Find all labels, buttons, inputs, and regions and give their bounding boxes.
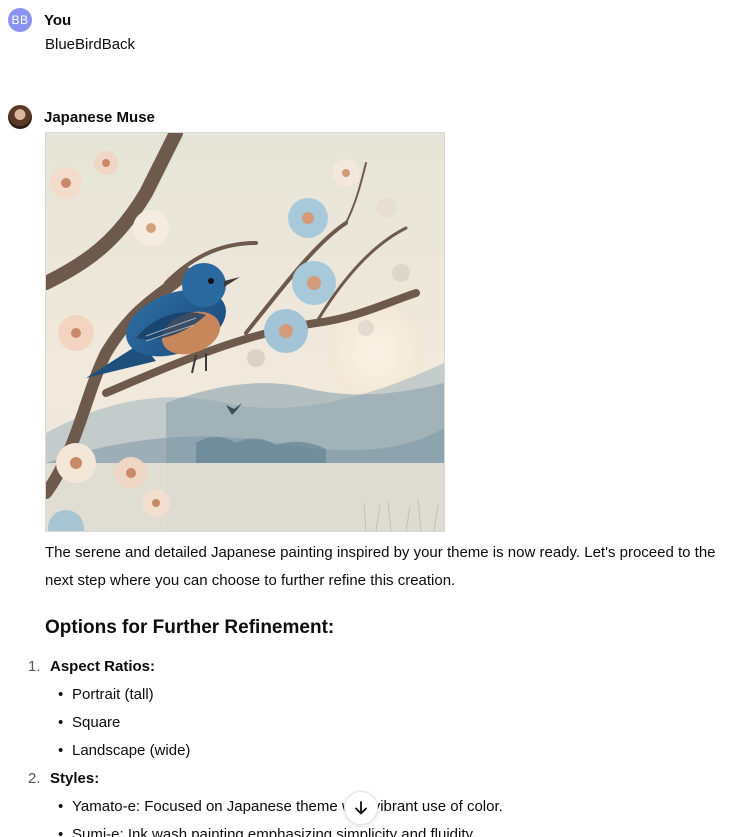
bullet-icon: •	[58, 742, 64, 759]
generated-image[interactable]	[45, 132, 445, 532]
bullet-icon: •	[58, 686, 64, 703]
bullet-icon: •	[58, 798, 64, 815]
user-message-header: BB You	[8, 8, 71, 32]
option-number: 1.	[28, 658, 41, 675]
arrow-down-icon	[355, 801, 367, 815]
assistant-author-name: Japanese Muse	[44, 108, 155, 126]
assistant-message-header: Japanese Muse	[8, 105, 155, 129]
user-message-text: BlueBirdBack	[45, 36, 136, 53]
user-avatar: BB	[8, 8, 32, 32]
section-title: Options for Further Refinement:	[45, 617, 335, 638]
option-label: Aspect Ratios:	[50, 658, 156, 675]
list-item-text: Landscape (wide)	[72, 742, 191, 759]
bullet-icon: •	[58, 714, 64, 731]
list-item-text: Square	[72, 714, 121, 731]
option-number: 2.	[28, 770, 41, 787]
bullet-icon: •	[58, 826, 64, 837]
user-author-name: You	[44, 11, 72, 29]
assistant-paragraph: The serene and detailed Japanese paintin…	[45, 544, 716, 589]
list-item: • Yamato-e: Focused on Japanese theme wi…	[58, 798, 503, 815]
list-item: • Square	[58, 714, 120, 731]
list-item: • Landscape (wide)	[58, 742, 190, 759]
assistant-avatar	[8, 105, 32, 129]
list-item-text: Portrait (tall)	[72, 686, 154, 703]
list-item: • Portrait (tall)	[58, 686, 154, 703]
list-item: • Sumi-e: Ink wash painting emphasizing …	[58, 826, 476, 837]
option-aspect-ratios: 1. Aspect Ratios:	[28, 658, 155, 675]
option-styles: 2. Styles:	[28, 770, 99, 787]
chat-page: BB You BlueBirdBack Japanese Muse The se…	[0, 0, 740, 837]
scroll-down-button[interactable]	[344, 791, 378, 825]
option-label: Styles:	[50, 770, 100, 787]
list-item-text: Yamato-e: Focused on Japanese theme with…	[72, 798, 503, 815]
list-item-text: Sumi-e: Ink wash painting emphasizing si…	[72, 826, 477, 837]
